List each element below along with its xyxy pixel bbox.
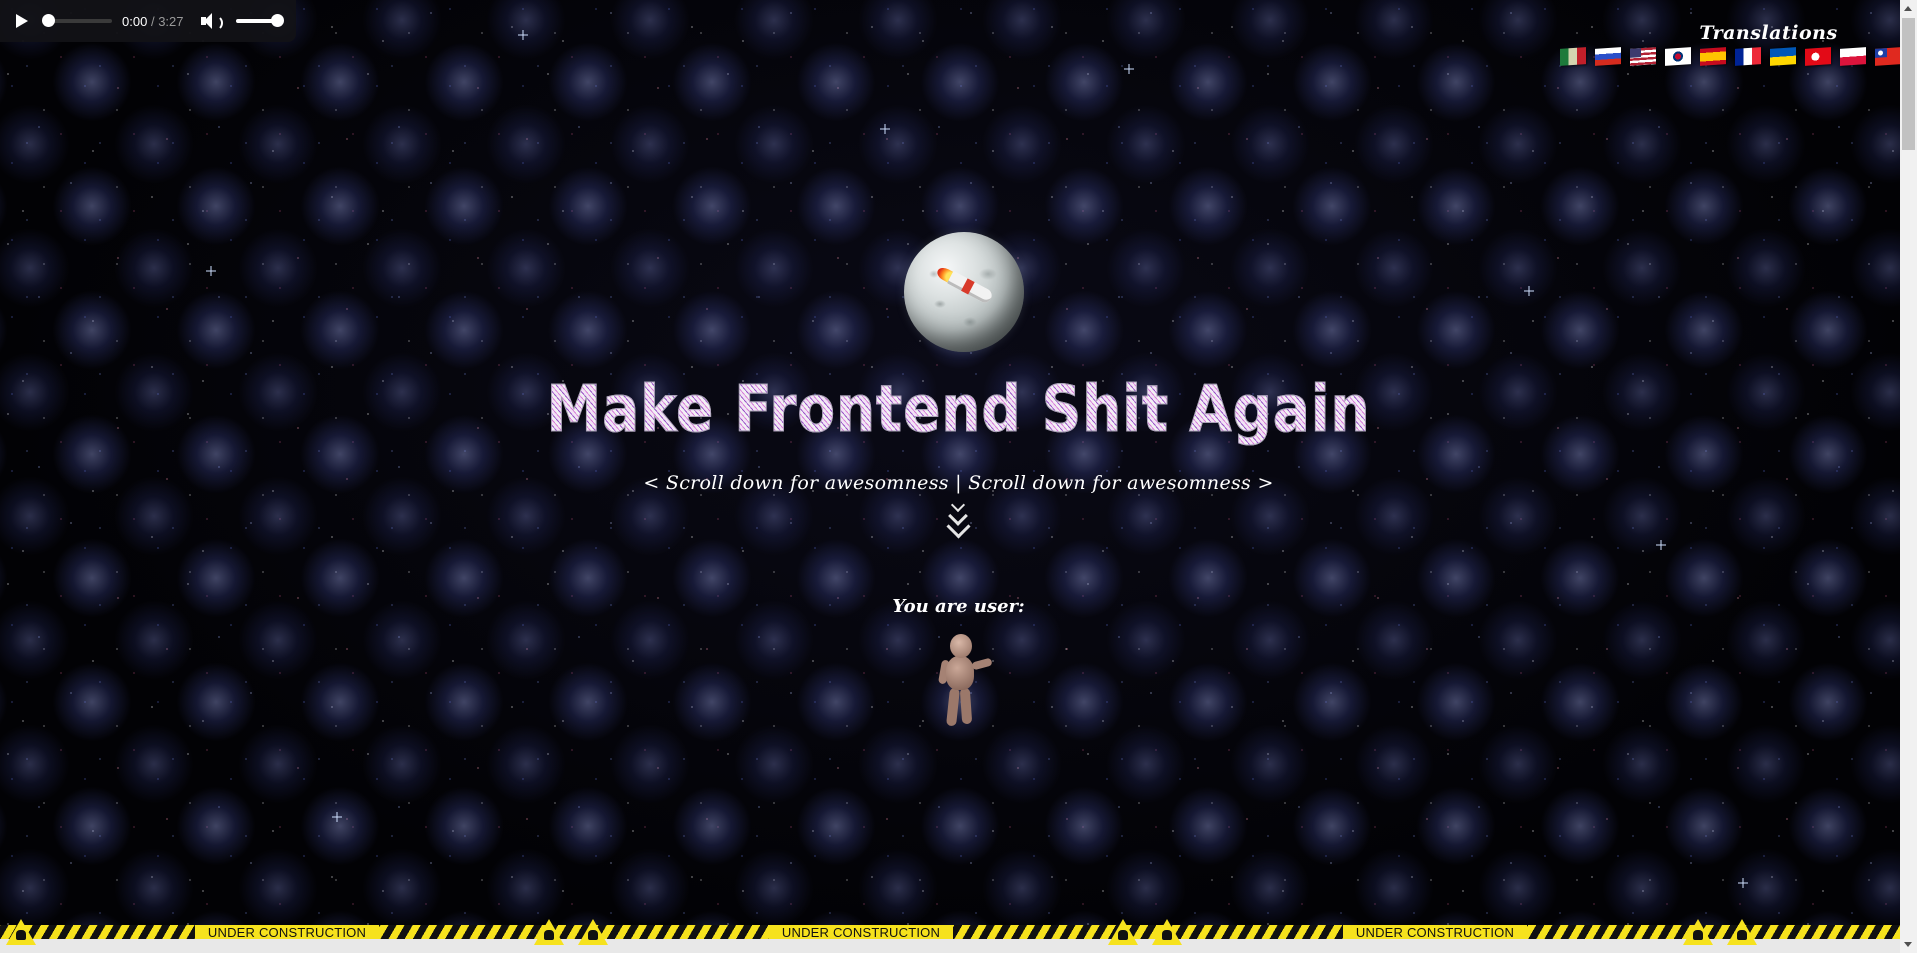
duration: 3:27 <box>158 13 184 29</box>
warning-sign-icon <box>1152 919 1182 945</box>
sparkle-icon <box>1738 878 1748 888</box>
flag-icon-turkey[interactable] <box>1805 47 1831 66</box>
user-label: You are user: <box>892 596 1025 617</box>
planet-with-rocket-icon <box>904 232 1024 352</box>
play-icon[interactable] <box>14 13 30 29</box>
sparkle-icon <box>1656 540 1666 550</box>
warning-sign-icon <box>6 919 36 945</box>
warning-sign-icon <box>534 919 564 945</box>
flag-icon-usa[interactable] <box>1630 47 1656 66</box>
warning-sign-icon <box>578 919 608 945</box>
flag-icon-1[interactable] <box>1560 47 1586 66</box>
translations-title: Translations <box>1699 22 1838 44</box>
time-display: 0:00 / 3:27 <box>122 14 184 29</box>
sparkle-icon <box>332 812 342 822</box>
baby-head <box>950 634 972 658</box>
dancing-baby-icon <box>937 634 993 730</box>
translations-panel: Translations <box>1556 22 1901 66</box>
scroll-down-icon[interactable] <box>1904 942 1912 947</box>
under-construction-label: UNDER CONSTRUCTION <box>769 925 953 940</box>
warning-sign-icon <box>1108 919 1138 945</box>
sparkle-icon <box>880 124 890 134</box>
under-construction-label: UNDER CONSTRUCTION <box>195 925 379 940</box>
warning-sign-icon <box>1727 919 1757 945</box>
baby-arm <box>971 657 993 671</box>
flag-icon-korea[interactable] <box>1665 47 1691 66</box>
flag-icon-taiwan[interactable] <box>1875 47 1901 66</box>
flag-icon-spain[interactable] <box>1700 47 1726 66</box>
vertical-scrollbar[interactable] <box>1900 0 1917 953</box>
sparkle-icon <box>1524 286 1534 296</box>
scroll-hint: < Scroll down for awesomness | Scroll do… <box>643 472 1274 494</box>
volume-icon[interactable] <box>200 12 223 31</box>
flag-icon-russia[interactable] <box>1595 47 1621 66</box>
baby-leg <box>946 687 960 727</box>
volume-wave-icon <box>212 15 223 31</box>
flag-icon-ukraine[interactable] <box>1770 47 1796 66</box>
scroll-up-icon[interactable] <box>1904 6 1912 11</box>
under-construction-label: UNDER CONSTRUCTION <box>1343 925 1527 940</box>
flag-icon-france[interactable] <box>1735 47 1761 66</box>
scrollbar-thumb[interactable] <box>1902 18 1915 150</box>
under-construction-bar: UNDER CONSTRUCTION UNDER CONSTRUCTION UN… <box>0 925 1900 940</box>
rocket-icon <box>933 262 1001 311</box>
audio-player: 0:00 / 3:27 <box>0 0 296 42</box>
time-separator: / <box>150 13 155 29</box>
flag-list <box>1556 47 1901 66</box>
page-title: Make Frontend Shit Again <box>134 372 1783 448</box>
triple-chevron-down-icon[interactable] <box>944 497 972 540</box>
current-time: 0:00 <box>122 13 148 29</box>
page: 0:00 / 3:27 Translations Make Frontend S… <box>0 0 1917 953</box>
sparkle-icon <box>206 266 216 276</box>
volume-thumb[interactable] <box>270 14 284 27</box>
baby-torso <box>946 656 974 690</box>
flag-icon-poland[interactable] <box>1840 47 1866 66</box>
baby-leg <box>959 687 973 725</box>
sparkle-icon <box>1124 64 1134 74</box>
horizontal-scrollbar[interactable] <box>0 939 1900 953</box>
seek-thumb[interactable] <box>42 14 55 27</box>
warning-sign-icon <box>1683 919 1713 945</box>
seek-slider[interactable] <box>42 14 112 27</box>
sparkle-icon <box>518 30 528 40</box>
volume-slider[interactable] <box>235 14 284 27</box>
